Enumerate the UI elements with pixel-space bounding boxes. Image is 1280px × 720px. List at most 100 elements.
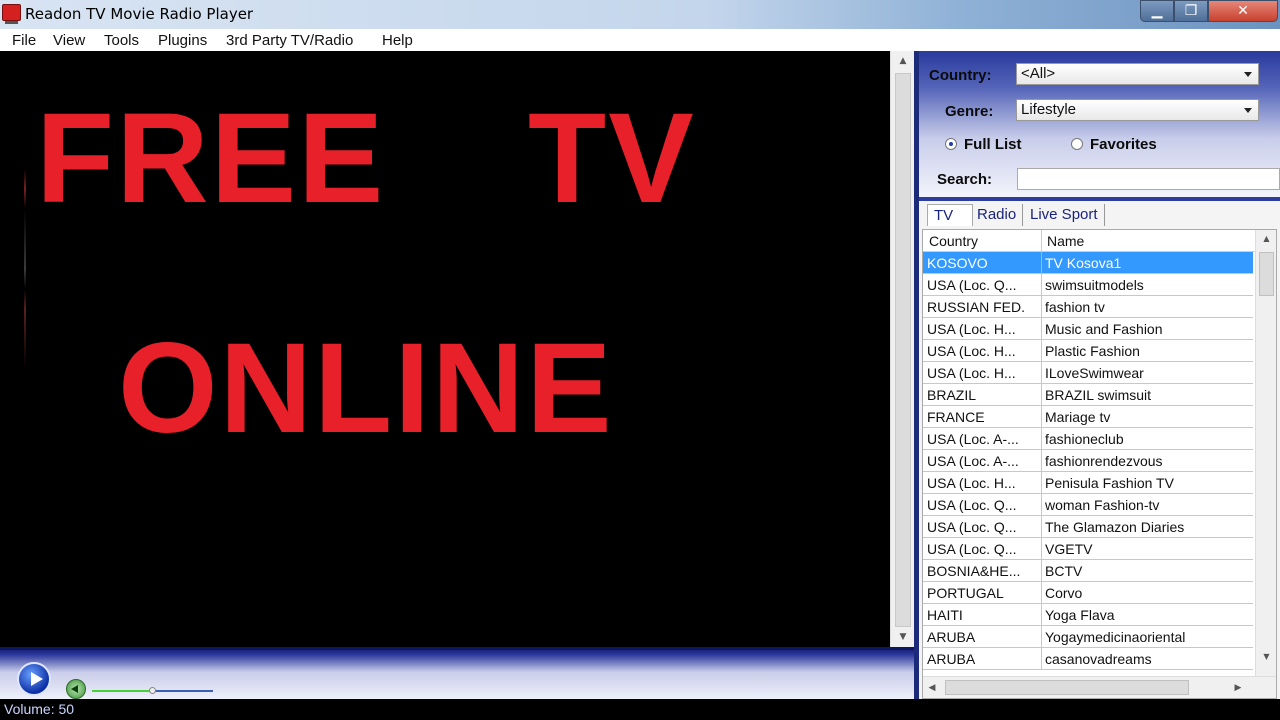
full-list-radio[interactable]	[945, 138, 957, 150]
tab-live-sport[interactable]: Live Sport	[1024, 204, 1105, 226]
play-button[interactable]	[17, 662, 51, 696]
cell-name: fashionrendezvous	[1045, 453, 1163, 469]
table-row[interactable]: USA (Loc. H... Music and Fashion	[923, 318, 1253, 340]
table-row[interactable]: USA (Loc. Q... swimsuitmodels	[923, 274, 1253, 296]
scroll-left-icon[interactable]: ◀	[923, 677, 941, 698]
table-row[interactable]: RUSSIAN FED. fashion tv	[923, 296, 1253, 318]
scroll-thumb[interactable]	[1259, 252, 1274, 296]
cell-country: FRANCE	[927, 409, 985, 425]
volume-slider-knob[interactable]	[149, 687, 156, 694]
chevron-down-icon	[1244, 108, 1252, 113]
cell-country: ARUBA	[927, 651, 976, 667]
menu-view[interactable]: View	[53, 32, 85, 49]
cell-country: USA (Loc. H...	[927, 365, 1016, 381]
scroll-right-icon[interactable]: ▶	[1229, 677, 1247, 698]
menu-tools[interactable]: Tools	[104, 32, 139, 49]
table-row[interactable]: USA (Loc. H... ILoveSwimwear	[923, 362, 1253, 384]
video-scrollbar[interactable]: ▲ ▼	[890, 51, 914, 647]
cell-divider	[1041, 516, 1042, 538]
cell-name: Yogaymedicinaoriental	[1045, 629, 1186, 645]
title-bar: Readon TV Movie Radio Player ▁ ❐ ✕	[0, 0, 1280, 29]
table-vertical-scrollbar[interactable]: ▲ ▼	[1255, 230, 1276, 676]
table-row[interactable]: ARUBA Yogaymedicinaoriental	[923, 626, 1253, 648]
table-row[interactable]: ARUBA casanovadreams	[923, 648, 1253, 670]
table-row[interactable]: USA (Loc. Q... woman Fashion-tv	[923, 494, 1253, 516]
cell-divider	[1041, 428, 1042, 450]
table-row[interactable]: PORTUGAL Corvo	[923, 582, 1253, 604]
cell-divider	[1041, 626, 1042, 648]
volume-slider[interactable]	[92, 687, 213, 694]
table-row[interactable]: BOSNIA&HE... BCTV	[923, 560, 1253, 582]
table-row[interactable]: USA (Loc. A-... fashionrendezvous	[923, 450, 1253, 472]
cell-divider	[1041, 560, 1042, 582]
table-row[interactable]: BRAZIL BRAZIL swimsuit	[923, 384, 1253, 406]
cell-country: ARUBA	[927, 629, 976, 645]
cell-country: KOSOVO	[927, 255, 988, 271]
chevron-down-icon	[1244, 72, 1252, 77]
genre-label: Genre:	[945, 103, 994, 120]
menu-plugins[interactable]: Plugins	[158, 32, 207, 49]
table-row[interactable]: USA (Loc. H... Plastic Fashion	[923, 340, 1253, 362]
column-name[interactable]: Name	[1047, 233, 1084, 249]
tab-radio[interactable]: Radio	[971, 204, 1024, 226]
scroll-thumb[interactable]	[945, 680, 1189, 695]
cell-divider	[1041, 582, 1042, 604]
cell-divider	[1041, 648, 1042, 670]
cell-country: RUSSIAN FED.	[927, 299, 1026, 315]
column-country[interactable]: Country	[929, 233, 978, 249]
table-row[interactable]: FRANCE Mariage tv	[923, 406, 1253, 428]
menu-help[interactable]: Help	[382, 32, 413, 49]
table-horizontal-scrollbar[interactable]: ◀ ▶	[923, 676, 1276, 698]
full-list-label[interactable]: Full List	[964, 136, 1022, 153]
status-bar: Volume: 50	[0, 699, 1280, 720]
restore-icon: ❐	[1184, 3, 1198, 19]
table-row[interactable]: KOSOVO TV Kosova1	[923, 252, 1253, 274]
maximize-button[interactable]: ❐	[1174, 0, 1208, 22]
table-row[interactable]: USA (Loc. Q... The Glamazon Diaries	[923, 516, 1253, 538]
favorites-radio[interactable]	[1071, 138, 1083, 150]
video-display[interactable]: FREE TV ONLINE	[0, 51, 890, 647]
cell-country: USA (Loc. Q...	[927, 277, 1017, 293]
cell-country: USA (Loc. Q...	[927, 541, 1017, 557]
video-artifact	[24, 169, 26, 369]
close-button[interactable]: ✕	[1208, 0, 1278, 22]
cell-divider	[1041, 604, 1042, 626]
cell-country: USA (Loc. A-...	[927, 453, 1019, 469]
search-input[interactable]	[1017, 168, 1280, 190]
search-label: Search:	[937, 171, 993, 188]
cell-name: casanovadreams	[1045, 651, 1152, 667]
channel-panel: Country: <All> Genre: Lifestyle Full Lis…	[919, 51, 1280, 699]
speaker-icon[interactable]	[66, 679, 86, 699]
minimize-icon: ▁	[1151, 3, 1163, 19]
cell-divider	[1041, 274, 1042, 296]
menu-file[interactable]: File	[12, 32, 36, 49]
tab-bar: TV Radio Live Sport	[919, 201, 1280, 227]
tab-tv[interactable]: TV	[927, 204, 973, 226]
menu-bar: File View Tools Plugins 3rd Party TV/Rad…	[0, 29, 1280, 51]
cell-divider	[1041, 318, 1042, 340]
menu-third-party[interactable]: 3rd Party TV/Radio	[226, 32, 353, 49]
scroll-up-icon[interactable]: ▲	[1256, 230, 1276, 248]
close-icon: ✕	[1237, 3, 1249, 19]
video-text-tv: TV	[528, 87, 696, 230]
cell-country: USA (Loc. Q...	[927, 497, 1017, 513]
scroll-up-icon[interactable]: ▲	[891, 51, 915, 71]
cell-country: USA (Loc. H...	[927, 321, 1016, 337]
scroll-down-icon[interactable]: ▼	[1256, 648, 1276, 666]
favorites-label[interactable]: Favorites	[1090, 136, 1157, 153]
country-dropdown[interactable]: <All>	[1016, 63, 1259, 85]
table-row[interactable]: USA (Loc. A-... fashioneclub	[923, 428, 1253, 450]
status-text: Volume: 50	[4, 701, 75, 717]
scroll-down-icon[interactable]: ▼	[891, 627, 915, 647]
table-row[interactable]: HAITI Yoga Flava	[923, 604, 1253, 626]
minimize-button[interactable]: ▁	[1140, 0, 1174, 22]
cell-name: Penisula Fashion TV	[1045, 475, 1174, 491]
genre-dropdown[interactable]: Lifestyle	[1016, 99, 1259, 121]
cell-name: Plastic Fashion	[1045, 343, 1140, 359]
country-value: <All>	[1021, 65, 1056, 82]
scroll-thumb[interactable]	[895, 73, 911, 627]
table-row[interactable]: USA (Loc. H... Penisula Fashion TV	[923, 472, 1253, 494]
table-row[interactable]: USA (Loc. Q... VGETV	[923, 538, 1253, 560]
cell-name: Mariage tv	[1045, 409, 1111, 425]
table-header: Country Name	[923, 230, 1255, 252]
